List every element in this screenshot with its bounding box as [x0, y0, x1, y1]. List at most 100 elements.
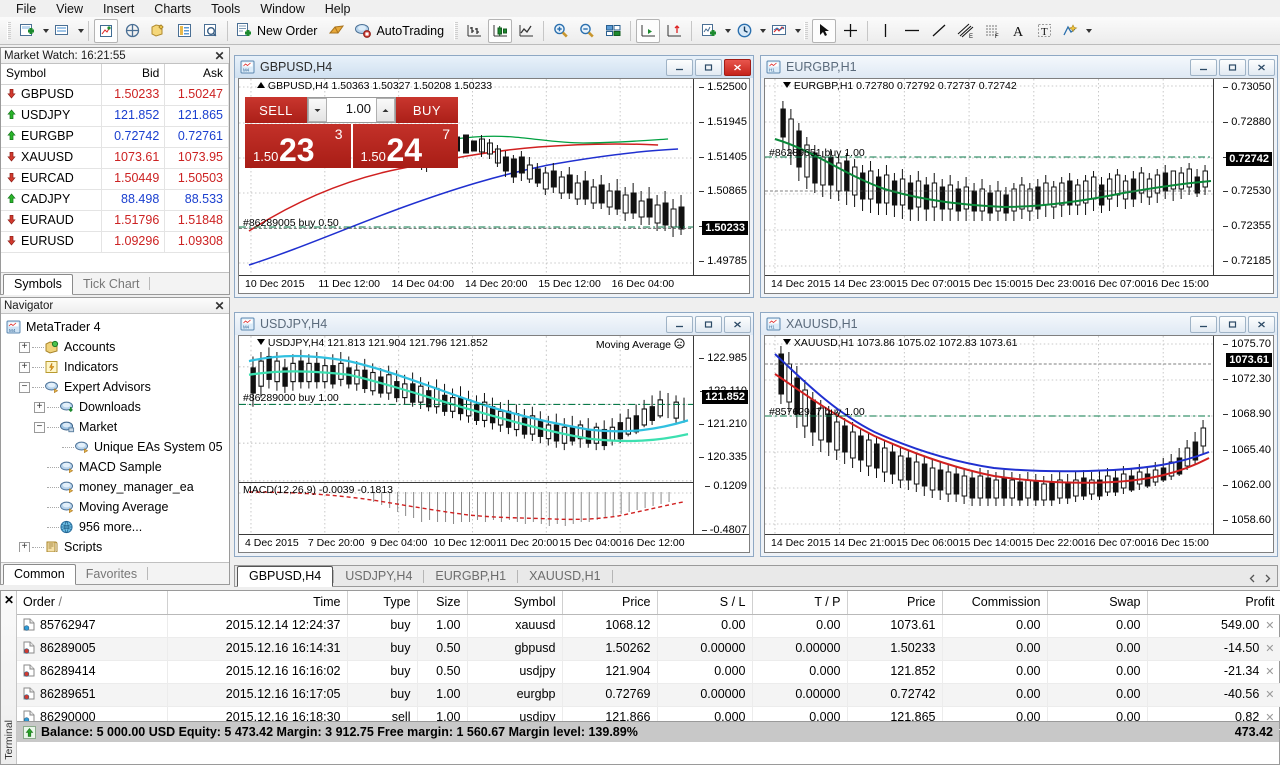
navigator-node[interactable]: + Scripts [4, 537, 229, 552]
column-header-sl[interactable]: S / L [657, 591, 753, 615]
column-header-size[interactable]: Size [417, 591, 468, 615]
order-cell[interactable]: 86289651 [17, 683, 168, 707]
column-header-swap[interactable]: Swap [1047, 591, 1148, 615]
menu-item-window[interactable]: Window [250, 1, 314, 17]
auto-scroll-icon[interactable] [662, 19, 686, 43]
symbol-cell[interactable]: GBPUSD [1, 84, 102, 106]
menu-item-help[interactable]: Help [315, 1, 361, 17]
column-header-symbol[interactable]: Symbol [467, 591, 563, 615]
new-chart-dropdown-icon[interactable] [43, 28, 49, 33]
table-row[interactable]: 85762947 2015.12.14 12:24:37 buy 1.00 xauusd… [17, 614, 1280, 638]
strategy-tester-icon[interactable] [198, 19, 222, 43]
period-dropdown-icon[interactable] [760, 28, 767, 33]
chart-collapse-icon[interactable] [257, 82, 265, 88]
market-watch-row[interactable]: EURUSD 1.09296 1.09308 [1, 231, 229, 253]
tab-symbols[interactable]: Symbols [3, 274, 73, 295]
navigator-node[interactable]: + Indicators [4, 357, 229, 377]
market-watch-row[interactable]: EURAUD 1.51796 1.51848 [1, 210, 229, 232]
buy-price-button[interactable]: 1.50 24 7 [352, 124, 458, 168]
column-header-symbol[interactable]: Symbol [1, 64, 102, 85]
candlestick-chart-icon[interactable] [488, 18, 513, 43]
close-button[interactable] [724, 58, 751, 76]
tab-favorites[interactable]: Favorites [76, 565, 147, 584]
minimize-button[interactable] [666, 315, 693, 333]
sell-button[interactable]: SELL [245, 97, 307, 123]
market-watch-row[interactable]: EURGBP 0.72742 0.72761 [1, 126, 229, 148]
table-row[interactable]: 86289414 2015.12.16 16:16:02 buy 0.50 usdjpy… [17, 660, 1280, 684]
metaquotes-id-icon[interactable] [325, 19, 349, 43]
column-header-time[interactable]: Time [167, 591, 348, 615]
market-watch-row[interactable]: CADJPY 88.498 88.533 [1, 189, 229, 211]
expand-icon[interactable]: + [19, 541, 30, 552]
equidistant-channel-icon[interactable]: E [953, 19, 978, 43]
chart-collapse-icon[interactable] [257, 339, 265, 345]
market-watch-icon[interactable] [94, 18, 118, 43]
text-icon[interactable]: A [1006, 19, 1030, 43]
close-order-icon[interactable]: ✕ [1259, 666, 1274, 678]
chart-x-axis[interactable]: 14 Dec 2015 14 Dec 21:00 15 Dec 06:00 15 De… [765, 534, 1273, 552]
templates-dropdown-icon[interactable] [795, 28, 802, 33]
toolbar-grip[interactable] [454, 21, 459, 40]
expand-icon[interactable]: + [19, 361, 30, 373]
navigator-node[interactable]: Moving Average [4, 497, 229, 517]
horizontal-line-icon[interactable] [899, 19, 925, 43]
close-button[interactable] [1248, 58, 1275, 76]
market-watch-row[interactable]: XAUUSD 1073.61 1073.95 [1, 147, 229, 169]
column-header-tp[interactable]: T / P [752, 591, 848, 615]
zoom-out-icon[interactable] [575, 19, 599, 43]
chart-y-axis[interactable]: 122.985122.110121.210120.335121.8520.120… [693, 336, 749, 536]
navigator-node[interactable]: M4 MetaTrader 4 [4, 317, 229, 337]
symbol-cell[interactable]: EURUSD [1, 231, 102, 253]
chart-x-axis[interactable]: 10 Dec 2015 11 Dec 12:00 14 Dec 04:00 14 De… [239, 275, 749, 293]
navigator-node[interactable]: 956 more... [4, 517, 229, 537]
indicators-dropdown-icon[interactable] [725, 28, 732, 33]
expand-icon[interactable]: + [34, 401, 45, 413]
bar-chart-icon[interactable] [462, 19, 486, 43]
buy-button[interactable]: BUY [396, 97, 458, 123]
chart-plot[interactable]: USDJPY,H4 121.813 121.904 121.796 121.85… [239, 336, 693, 482]
collapse-icon[interactable]: − [19, 381, 30, 393]
drawings-icon[interactable] [1058, 19, 1082, 43]
column-header-price-open[interactable]: Price [562, 591, 658, 615]
column-header-order[interactable]: Order / [17, 591, 168, 615]
volume-up-icon[interactable] [376, 98, 395, 122]
chart-titlebar[interactable]: M4 USDJPY,H4 [235, 313, 753, 335]
maximize-button[interactable] [1219, 58, 1246, 76]
maximize-button[interactable] [695, 58, 722, 76]
column-header-price-cur[interactable]: Price [847, 591, 943, 615]
cursor-icon[interactable] [812, 18, 837, 43]
navigator-node[interactable]: − Expert Advisors [4, 377, 229, 397]
volume-down-icon[interactable] [308, 98, 327, 122]
trendline-icon[interactable] [927, 19, 951, 43]
chart-tab-eurgbp[interactable]: EURGBP,H1 [424, 567, 517, 586]
indicators-icon[interactable] [697, 19, 721, 43]
chart-window-gbpusd[interactable]: M4 GBPUSD,H4 GBPUSD,H4 1.50363 1.50327 1… [234, 55, 754, 298]
chart-window-xauusd[interactable]: H1 XAUUSD,H1 XAUUSD,H1 1073.86 1075.02 1… [760, 312, 1278, 557]
close-order-icon[interactable]: ✕ [1259, 643, 1274, 655]
navigator-node[interactable]: money_manager_ea [4, 477, 229, 497]
drawings-dropdown-icon[interactable] [1086, 28, 1093, 33]
symbol-cell[interactable]: EURAUD [1, 210, 102, 232]
column-header-ask[interactable]: Ask [164, 64, 229, 85]
menu-item-charts[interactable]: Charts [144, 1, 201, 17]
text-label-icon[interactable]: T [1032, 19, 1056, 43]
navigator-icon[interactable] [120, 19, 144, 43]
autotrading-button[interactable]: AutoTrading [351, 19, 450, 43]
maximize-button[interactable] [1219, 315, 1246, 333]
minimize-button[interactable] [1190, 58, 1217, 76]
order-cell[interactable]: 85762947 [17, 614, 168, 638]
chart-collapse-icon[interactable] [783, 339, 791, 345]
column-header-type[interactable]: Type [347, 591, 418, 615]
chart-tab-xauusd[interactable]: XAUUSD,H1 [518, 567, 612, 586]
profiles-dropdown-icon[interactable] [78, 28, 84, 33]
close-icon[interactable]: ✕ [213, 299, 226, 313]
navigator-node[interactable]: Unique EAs System 05 [4, 437, 229, 457]
sell-price-button[interactable]: 1.50 23 3 [245, 124, 351, 168]
collapse-icon[interactable]: − [34, 421, 45, 433]
chart-titlebar[interactable]: M4 GBPUSD,H4 [235, 56, 753, 78]
tabs-next-icon[interactable] [1264, 572, 1271, 586]
chart-plot[interactable]: XAUUSD,H1 1073.86 1075.02 1072.83 1073.6… [765, 336, 1213, 534]
column-header-bid[interactable]: Bid [101, 64, 166, 85]
maximize-button[interactable] [695, 315, 722, 333]
toolbar-grip[interactable] [804, 21, 809, 40]
